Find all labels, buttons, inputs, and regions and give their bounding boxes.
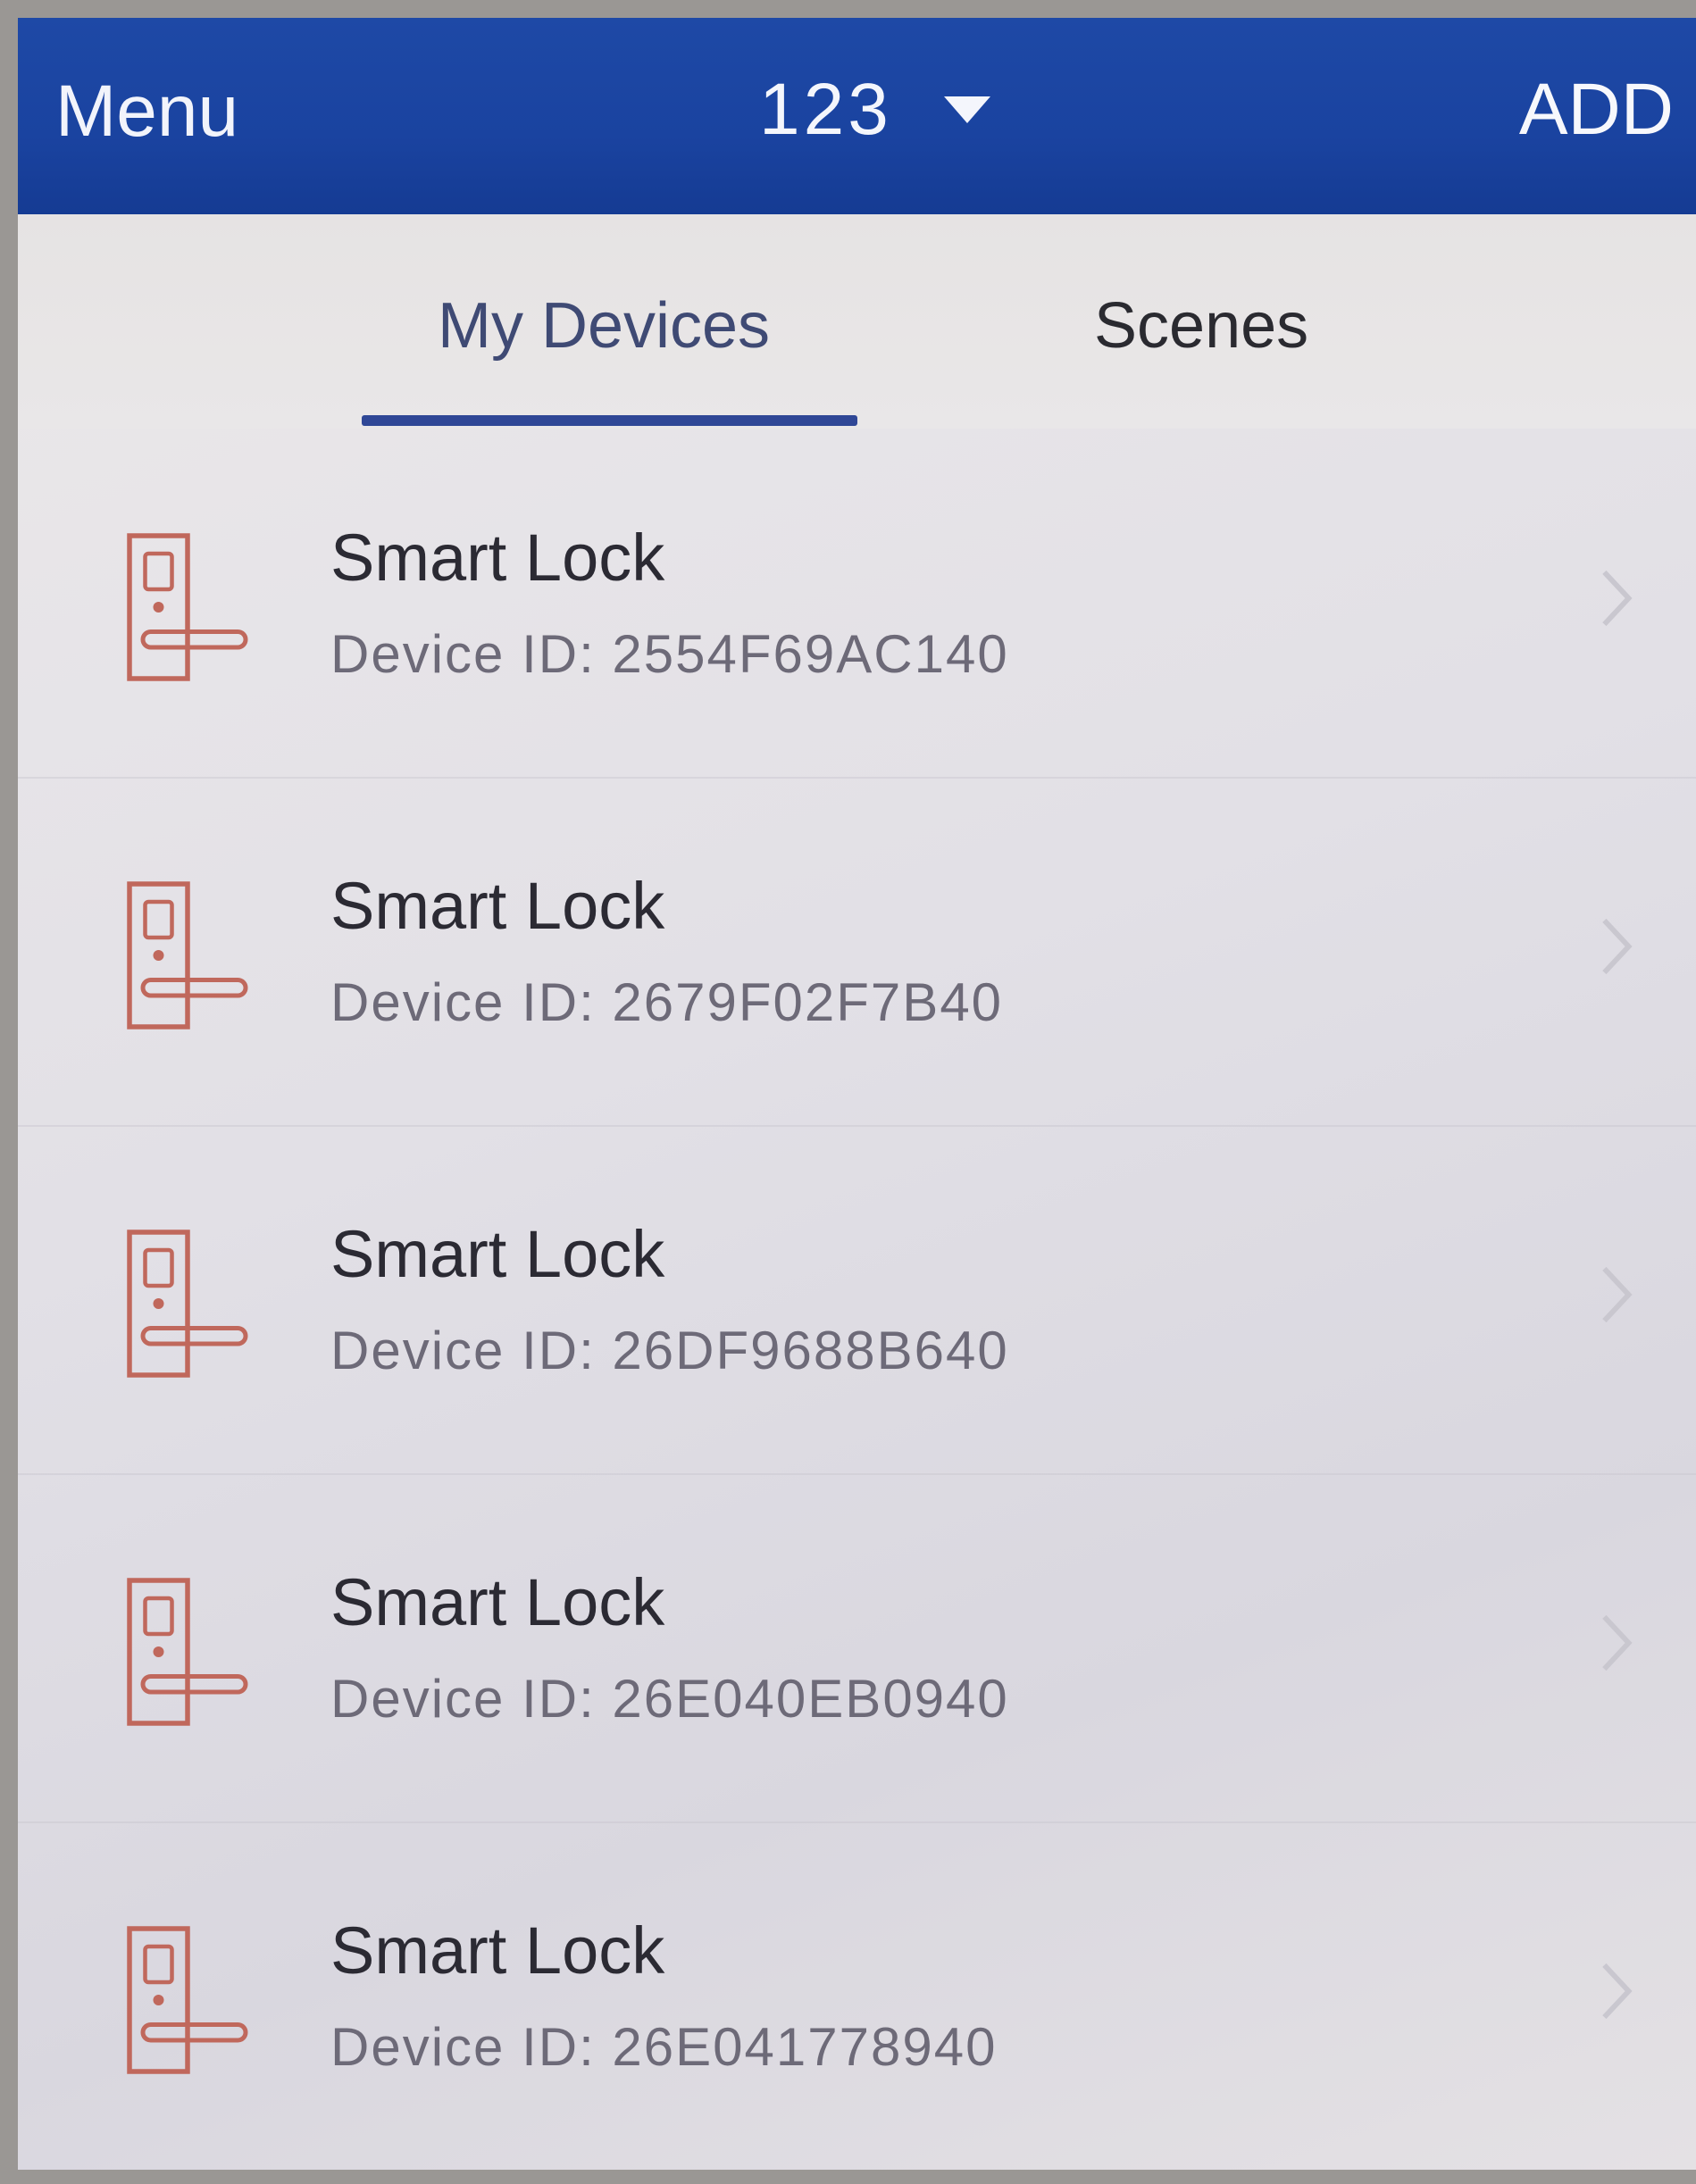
door-lock-icon (127, 1578, 248, 1726)
device-id: Device ID: 2679F02F7B40 (330, 972, 1004, 1032)
chevron-right-icon (1602, 1963, 1633, 2020)
tab-bar: My Devices Scenes (18, 214, 1696, 429)
device-row[interactable]: Smart Lock Device ID: 26DF9688B640 (18, 1125, 1696, 1475)
tab-scenes[interactable]: Scenes (1094, 286, 1308, 366)
device-id: Device ID: 2554F69AC140 (330, 624, 1009, 684)
device-name: Smart Lock (330, 1913, 665, 1988)
chevron-right-icon (1602, 1614, 1633, 1671)
chevron-right-icon (1602, 918, 1633, 975)
device-name: Smart Lock (330, 521, 665, 595)
menu-button[interactable]: Menu (55, 67, 238, 156)
chevron-right-icon (1602, 1266, 1633, 1323)
tab-my-devices[interactable]: My Devices (438, 286, 770, 366)
device-name: Smart Lock (330, 1565, 665, 1639)
chevron-right-icon (1602, 570, 1633, 627)
app-screen: Menu 123 ADD My Devices Scenes Smart Loc… (18, 18, 1696, 2170)
device-id: Device ID: 26DF9688B640 (330, 1321, 1009, 1380)
device-row[interactable]: Smart Lock Device ID: 2554F69AC140 (18, 429, 1696, 779)
device-row[interactable]: Smart Lock Device ID: 26E041778940 (18, 1821, 1696, 2170)
device-row[interactable]: Smart Lock Device ID: 2679F02F7B40 (18, 777, 1696, 1127)
device-name: Smart Lock (330, 1217, 665, 1291)
device-id: Device ID: 26E040EB0940 (330, 1669, 1009, 1729)
site-selector-dropdown[interactable]: 123 (759, 61, 990, 159)
add-button[interactable]: ADD (1519, 61, 1674, 159)
door-lock-icon (127, 881, 248, 1029)
device-name: Smart Lock (330, 869, 665, 943)
caret-down-icon (943, 96, 990, 123)
site-name: 123 (759, 69, 892, 150)
top-app-bar: Menu 123 ADD (18, 18, 1696, 214)
door-lock-icon (127, 1230, 248, 1378)
door-lock-icon (127, 533, 248, 681)
device-id: Device ID: 26E041778940 (330, 2017, 998, 2077)
device-list: Smart Lock Device ID: 2554F69AC140 Smart… (18, 429, 1696, 2170)
device-row[interactable]: Smart Lock Device ID: 26E040EB0940 (18, 1473, 1696, 1823)
door-lock-icon (127, 1926, 248, 2074)
active-tab-indicator (362, 415, 857, 426)
